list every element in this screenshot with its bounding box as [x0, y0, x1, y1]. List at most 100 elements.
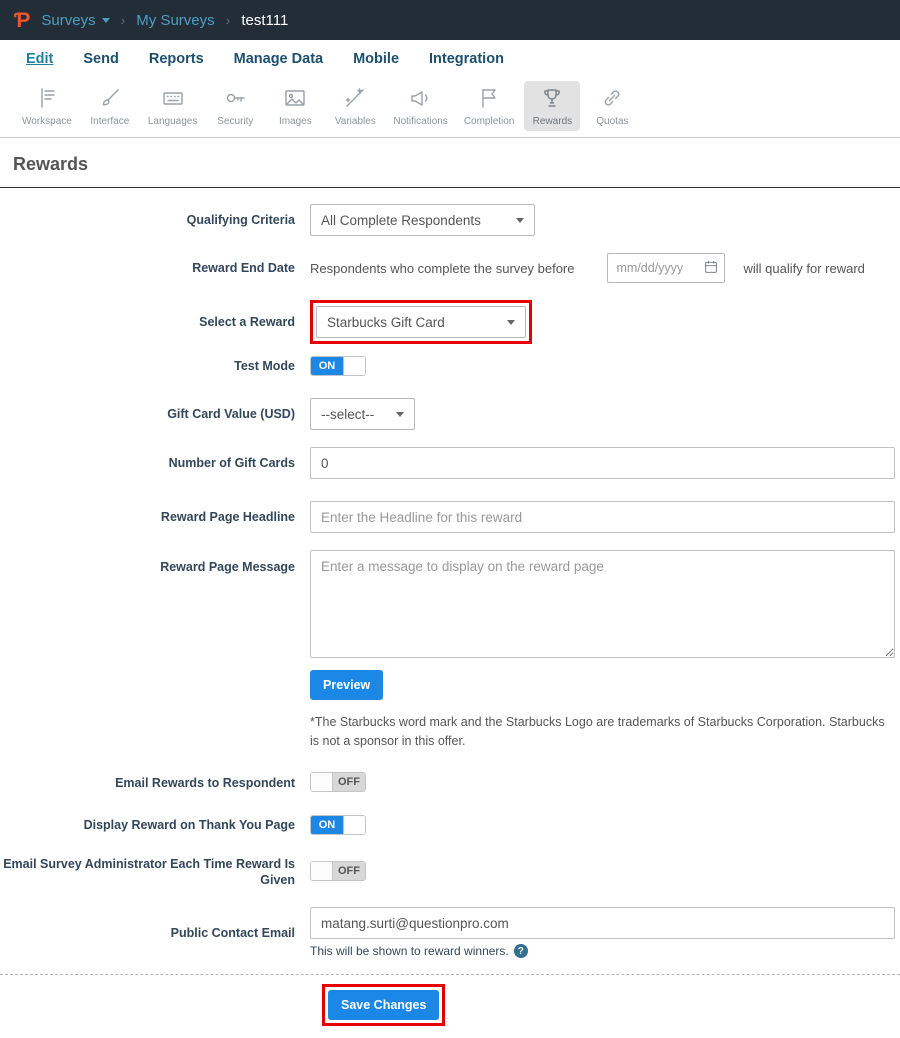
tab-integration[interactable]: Integration: [429, 51, 504, 67]
toolbar-item-languages[interactable]: Languages: [142, 81, 204, 131]
gift-card-value-row: Gift Card Value (USD) --select--: [0, 398, 900, 430]
toggle-knob: [343, 357, 365, 375]
wand-icon: [343, 86, 367, 113]
toggle-knob: [311, 862, 333, 880]
gift-card-value-value: --select--: [321, 407, 374, 422]
toggle-knob: [343, 816, 365, 834]
toolbar-item-completion[interactable]: Completion: [458, 81, 521, 131]
toolbar-item-label: Completion: [464, 116, 515, 127]
toolbar-item-label: Rewards: [533, 116, 572, 127]
number-of-gift-cards-input[interactable]: [310, 447, 895, 479]
toolbar-item-quotas[interactable]: Quotas: [584, 81, 640, 131]
reward-end-date-field-wrap: [607, 253, 725, 283]
highlight-box: Starbucks Gift Card: [310, 300, 532, 344]
toolbar-item-security[interactable]: Security: [207, 81, 263, 131]
select-reward-label: Select a Reward: [0, 314, 310, 330]
preview-button[interactable]: Preview: [310, 670, 383, 700]
save-changes-button[interactable]: Save Changes: [328, 990, 439, 1020]
edit-toolbar: Workspace Interface Languages Security I…: [0, 76, 900, 138]
tab-reports[interactable]: Reports: [149, 51, 204, 67]
reward-page-message-textarea[interactable]: [310, 550, 895, 658]
image-icon: [283, 86, 307, 113]
email-rewards-row: Email Rewards to Respondent OFF: [0, 772, 900, 794]
main-nav: Edit Send Reports Manage Data Mobile Int…: [0, 40, 900, 76]
toolbar-item-rewards[interactable]: Rewards: [524, 81, 580, 131]
number-of-gift-cards-label: Number of Gift Cards: [0, 455, 310, 471]
toggle-state-label: OFF: [333, 862, 365, 880]
reward-page-headline-input[interactable]: [310, 501, 895, 533]
number-of-gift-cards-row: Number of Gift Cards: [0, 447, 900, 479]
toggle-knob: [311, 773, 333, 791]
select-reward-value: Starbucks Gift Card: [327, 315, 445, 330]
test-mode-toggle[interactable]: ON: [310, 356, 366, 376]
toolbar-item-label: Quotas: [596, 116, 628, 127]
help-icon[interactable]: ?: [514, 944, 528, 958]
chevron-down-icon: [102, 18, 110, 23]
public-contact-email-row: Public Contact Email This will be shown …: [0, 907, 900, 958]
email-rewards-label: Email Rewards to Respondent: [0, 775, 310, 791]
breadcrumb-separator: ›: [121, 12, 126, 28]
reward-end-date-row: Reward End Date Respondents who complete…: [0, 253, 900, 283]
key-icon: [223, 86, 247, 113]
toolbar-item-workspace[interactable]: Workspace: [16, 81, 78, 131]
reward-page-message-label: Reward Page Message: [0, 550, 310, 575]
chevron-down-icon: [516, 218, 524, 223]
qualifying-criteria-select[interactable]: All Complete Respondents: [310, 204, 535, 236]
tab-send[interactable]: Send: [83, 51, 118, 67]
email-admin-toggle[interactable]: OFF: [310, 861, 366, 881]
chevron-down-icon: [507, 320, 515, 325]
tab-manage-data[interactable]: Manage Data: [234, 51, 323, 67]
breadcrumb-surveys[interactable]: Surveys: [41, 12, 109, 29]
toolbar-item-label: Images: [279, 116, 312, 127]
tab-mobile[interactable]: Mobile: [353, 51, 399, 67]
toolbar-item-variables[interactable]: Variables: [327, 81, 383, 131]
qualifying-criteria-row: Qualifying Criteria All Complete Respond…: [0, 204, 900, 236]
toolbar-item-label: Notifications: [393, 116, 447, 127]
public-contact-email-label: Public Contact Email: [0, 925, 310, 941]
breadcrumb-surveys-label: Surveys: [41, 12, 95, 29]
questionpro-logo[interactable]: Ƥ: [14, 10, 30, 31]
toolbar-item-label: Interface: [90, 116, 129, 127]
reward-end-date-label: Reward End Date: [0, 260, 310, 276]
reward-page-headline-row: Reward Page Headline: [0, 501, 900, 533]
toggle-state-label: ON: [311, 357, 343, 375]
public-contact-email-input[interactable]: [310, 907, 895, 939]
reward-page-headline-label: Reward Page Headline: [0, 509, 310, 525]
top-header: Ƥ Surveys › My Surveys › test111: [0, 0, 900, 40]
email-rewards-toggle[interactable]: OFF: [310, 772, 366, 792]
highlight-box: Save Changes: [322, 984, 445, 1026]
reward-page-message-row: Reward Page Message Preview *The Starbuc…: [0, 550, 900, 752]
page-title-section: Rewards: [0, 138, 900, 188]
toolbar-item-images[interactable]: Images: [267, 81, 323, 131]
toolbar-item-label: Workspace: [22, 116, 72, 127]
reward-end-date-description: Respondents who complete the survey befo…: [310, 261, 575, 276]
starbucks-disclaimer: *The Starbucks word mark and the Starbuc…: [310, 713, 895, 752]
flag-icon: [477, 86, 501, 113]
rewards-form: Qualifying Criteria All Complete Respond…: [0, 188, 900, 1038]
breadcrumb-current-survey: test111: [241, 12, 288, 29]
breadcrumb-separator: ›: [226, 12, 231, 28]
test-mode-row: Test Mode ON: [0, 356, 900, 376]
display-reward-toggle[interactable]: ON: [310, 815, 366, 835]
tab-edit[interactable]: Edit: [26, 51, 53, 67]
test-mode-label: Test Mode: [0, 358, 310, 374]
breadcrumb-my-surveys[interactable]: My Surveys: [136, 12, 214, 29]
select-reward-row: Select a Reward Starbucks Gift Card: [0, 300, 900, 344]
toolbar-item-notifications[interactable]: Notifications: [387, 81, 453, 131]
link-icon: [600, 86, 624, 113]
paintbrush-icon: [98, 86, 122, 113]
toolbar-item-label: Security: [217, 116, 253, 127]
gift-card-value-select[interactable]: --select--: [310, 398, 415, 430]
display-reward-label: Display Reward on Thank You Page: [0, 817, 310, 833]
page-title: Rewards: [13, 154, 88, 174]
save-row: Save Changes: [0, 974, 900, 1038]
megaphone-icon: [409, 86, 433, 113]
toolbar-item-label: Languages: [148, 116, 198, 127]
toolbar-item-label: Variables: [335, 116, 376, 127]
toolbar-item-interface[interactable]: Interface: [82, 81, 138, 131]
email-admin-label: Email Survey Administrator Each Time Rew…: [0, 856, 310, 889]
help-text: This will be shown to reward winners.: [310, 944, 509, 958]
calendar-icon[interactable]: [703, 259, 719, 275]
select-reward-select[interactable]: Starbucks Gift Card: [316, 306, 526, 338]
qualifying-criteria-label: Qualifying Criteria: [0, 212, 310, 228]
